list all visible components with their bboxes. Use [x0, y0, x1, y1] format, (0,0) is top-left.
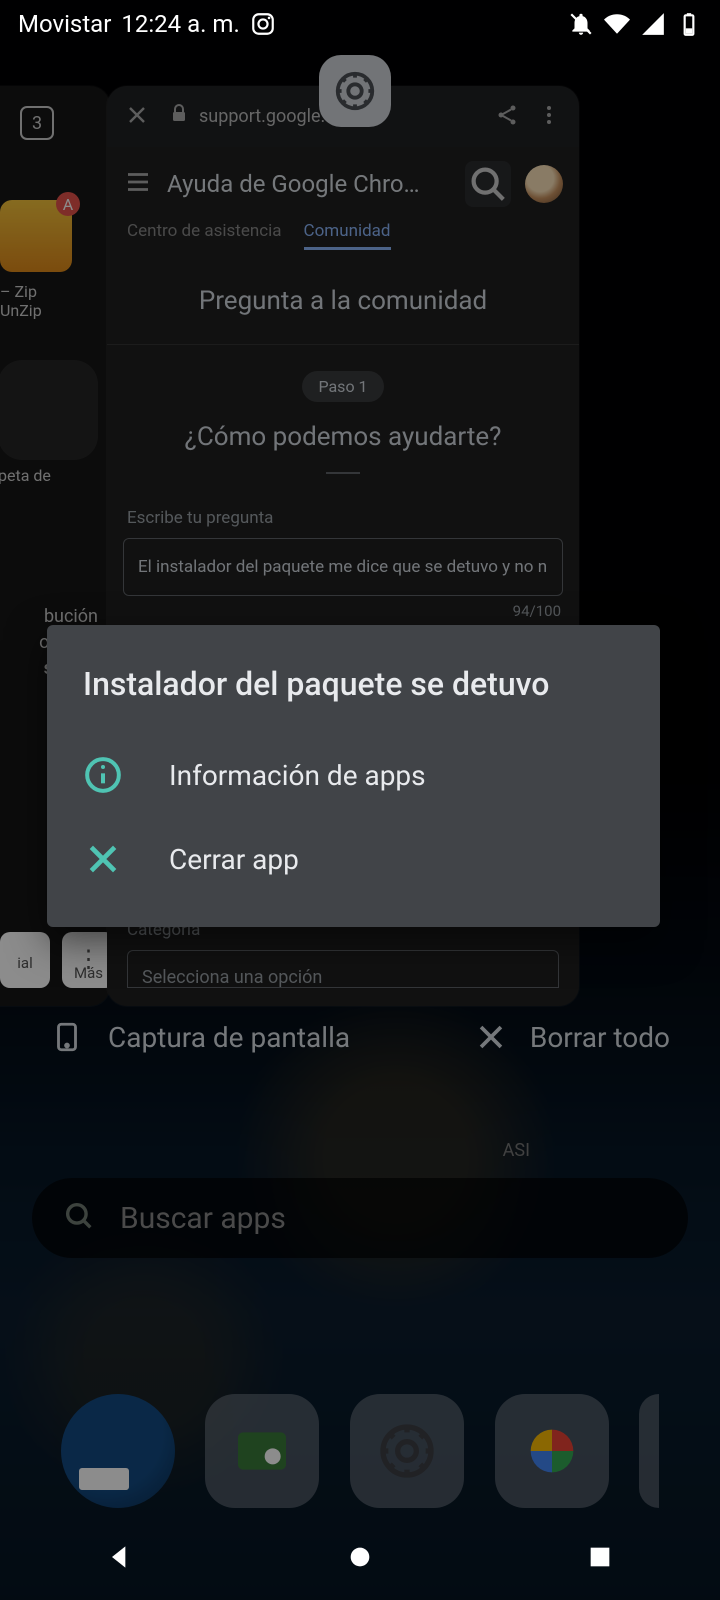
status-bar: Movistar 12:24 a. m. — [0, 0, 720, 48]
dialog-close-app-button[interactable]: Cerrar app — [47, 817, 660, 901]
clock-label: 12:24 a. m. — [121, 10, 239, 38]
dialog-app-info-button[interactable]: Información de apps — [47, 733, 660, 817]
nav-back-button[interactable] — [104, 1541, 136, 1577]
dnd-off-icon — [568, 11, 594, 37]
wifi-icon — [604, 11, 630, 37]
dialog-title: Instalador del paquete se detuvo — [47, 665, 660, 733]
nav-home-button[interactable] — [344, 1541, 376, 1577]
app-crash-dialog: Instalador del paquete se detuvo Informa… — [47, 625, 660, 927]
instagram-icon — [250, 11, 276, 37]
carrier-label: Movistar — [18, 10, 111, 38]
cell-signal-icon — [640, 11, 666, 37]
nav-recents-button[interactable] — [584, 1541, 616, 1577]
nav-bar — [0, 1518, 720, 1600]
battery-icon — [676, 11, 702, 37]
dialog-close-app-label: Cerrar app — [169, 843, 299, 876]
dialog-app-info-label: Información de apps — [169, 759, 426, 792]
